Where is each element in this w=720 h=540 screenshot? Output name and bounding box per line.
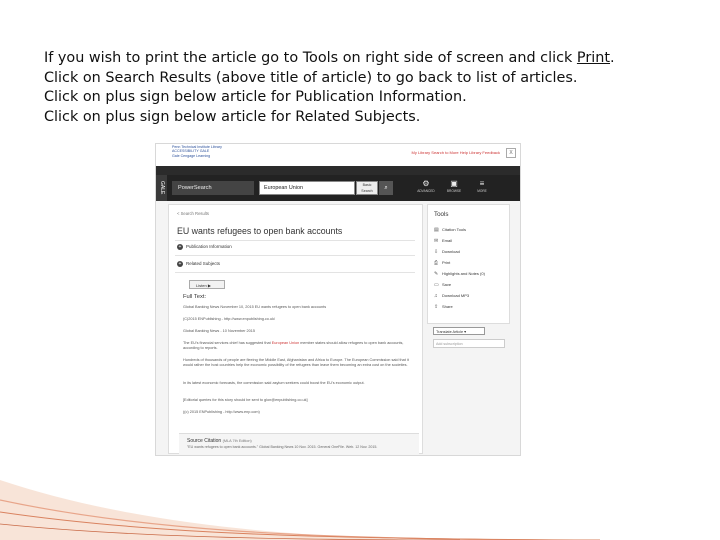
- translate-label: Translate Article: [436, 330, 464, 334]
- tool-item-label: Email: [442, 238, 453, 243]
- citation-heading-text: Source Citation: [187, 438, 222, 444]
- search-results-link[interactable]: < Search Results: [177, 211, 209, 216]
- article-paragraph: (C)2015 ENPublishing - http://www.enpubl…: [183, 317, 276, 321]
- citation-icon: ▤: [434, 227, 439, 233]
- search-term-highlight: European Union: [271, 341, 300, 345]
- mp3-icon: ♫: [434, 293, 438, 299]
- decorative-swoosh: [0, 480, 601, 540]
- basic-search-dropdown[interactable]: Basic Search: [356, 181, 378, 195]
- related-subjects-label[interactable]: Related Subjects: [186, 261, 220, 266]
- advanced-tool[interactable]: ⚙ ADVANCED: [414, 178, 438, 198]
- tool-item-label: Print: [442, 260, 451, 265]
- screenshot-topbar: Penn Technical Institute Library ACCESSI…: [156, 144, 520, 167]
- tool-share[interactable]: ⇪ Share: [434, 302, 506, 311]
- instruction-print: If you wish to print the article go to T…: [44, 49, 694, 69]
- play-icon: ▶: [207, 283, 211, 288]
- citation-body: "EU wants refugees to open bank accounts…: [187, 445, 378, 449]
- save-icon: ▭: [434, 282, 439, 288]
- print-icon: ⎙: [434, 260, 439, 266]
- tool-save[interactable]: ▭ Save: [434, 280, 506, 289]
- tool-mp3[interactable]: ♫ Download MP3: [434, 291, 506, 300]
- tool-item-label: Citation Tools: [442, 227, 466, 232]
- tool-item-label: Download: [442, 249, 460, 254]
- gale-article-screenshot: Penn Technical Institute Library ACCESSI…: [155, 143, 521, 456]
- source-citation: Source Citation (MLA 7th Edition) "EU wa…: [179, 433, 419, 455]
- related-subjects-plus-icon[interactable]: +: [177, 261, 183, 267]
- publication-info-label[interactable]: Publication Information: [186, 244, 232, 249]
- tool-download[interactable]: ⇩ Download: [434, 247, 506, 256]
- translate-select[interactable]: Translate Article ▾: [433, 327, 485, 335]
- divider: [175, 240, 415, 241]
- divider: [175, 255, 415, 256]
- tool-citation[interactable]: ▤ Citation Tools: [434, 225, 506, 234]
- menu-icon: ≡: [479, 179, 485, 188]
- institution-banner: Penn Technical Institute Library ACCESSI…: [172, 145, 222, 158]
- tool-item-label: Highlights and Notes (0): [442, 271, 485, 276]
- divider: [175, 272, 415, 273]
- screenshot-searchbar: GALE PowerSearch European Union Basic Se…: [156, 175, 520, 201]
- share-icon: ⇪: [434, 304, 439, 310]
- search-icon[interactable]: ⌕: [379, 181, 393, 195]
- article-paragraph: Hundreds of thousands of people are flee…: [183, 358, 409, 367]
- instruction-print-period: .: [610, 50, 615, 66]
- close-icon[interactable]: X: [506, 148, 516, 158]
- tools-panel: Tools ▤ Citation Tools ✉ Email ⇩ Download ⎙…: [427, 204, 510, 324]
- tool-item-label: Download MP3: [442, 293, 470, 298]
- search-gear-icon: ⚙: [422, 179, 430, 188]
- email-icon: ✉: [434, 238, 439, 244]
- instruction-print-text: If you wish to print the article go to T…: [44, 50, 577, 66]
- product-selector[interactable]: PowerSearch: [172, 181, 254, 195]
- article-panel: < Search Results EU wants refugees to op…: [168, 204, 423, 455]
- instruction-search-results: Click on Search Results (above title of …: [44, 69, 578, 86]
- gale-logo: GALE: [156, 175, 167, 201]
- institution-line: Gale Cengage Learning: [172, 153, 211, 158]
- tool-label: MORE: [477, 189, 487, 193]
- instructions: If you wish to print the article go to T…: [44, 49, 694, 127]
- paragraph-text: The EU's financial services chief has su…: [183, 341, 272, 345]
- article-title: EU wants refugees to open bank accounts: [177, 226, 343, 236]
- tool-highlights[interactable]: ✎ Highlights and Notes (0): [434, 269, 506, 278]
- tool-print[interactable]: ⎙ Print: [434, 258, 506, 267]
- article-paragraph: Global Banking News - 10 November 2015: [183, 329, 255, 333]
- print-word: Print: [576, 50, 611, 66]
- chevron-down-icon: ▾: [464, 330, 467, 334]
- listen-button[interactable]: Listen ▶: [189, 280, 225, 289]
- publication-info-plus-icon[interactable]: +: [177, 244, 183, 250]
- download-icon: ⇩: [434, 249, 439, 255]
- screenshot-navbar: Logout My Library Links English Sign In: [156, 166, 520, 180]
- folder-icon: ▣: [450, 179, 458, 188]
- more-tool[interactable]: ≡ MORE: [470, 178, 494, 198]
- tool-email[interactable]: ✉ Email: [434, 236, 506, 245]
- instruction-publication-info: Click on plus sign below article for Pub…: [44, 89, 467, 105]
- subscription-input[interactable]: Add subscription: [433, 339, 505, 348]
- top-links[interactable]: My Library Search to More Help Library F…: [412, 150, 500, 155]
- article-paragraph: The EU's financial services chief has su…: [183, 341, 417, 351]
- tool-item-label: Save: [442, 282, 452, 287]
- citation-heading: Source Citation (MLA 7th Edition): [187, 438, 252, 444]
- full-text-heading: Full Text:: [183, 294, 207, 300]
- article-paragraph: [Editorial queries for this story should…: [183, 398, 308, 402]
- instruction-related-subjects: Click on plus sign below article for Rel…: [44, 108, 421, 125]
- article-paragraph: Global Banking News November 10, 2015 EU…: [183, 305, 327, 309]
- article-paragraph: ((c) 2015 ENPublishing - http://www.enp.…: [183, 410, 260, 414]
- highlights-icon: ✎: [434, 271, 439, 277]
- listen-label: Listen: [196, 283, 207, 288]
- tool-label: ADVANCED: [417, 189, 435, 193]
- search-input[interactable]: European Union: [259, 181, 355, 195]
- article-paragraph: In its latest economic forecasts, the co…: [183, 381, 365, 385]
- tools-heading: Tools: [434, 211, 449, 218]
- browse-tool[interactable]: ▣ BROWSE: [442, 178, 466, 198]
- tool-item-label: Share: [442, 304, 453, 309]
- citation-format[interactable]: (MLA 7th Edition): [223, 439, 252, 443]
- tool-label: BROWSE: [446, 189, 462, 193]
